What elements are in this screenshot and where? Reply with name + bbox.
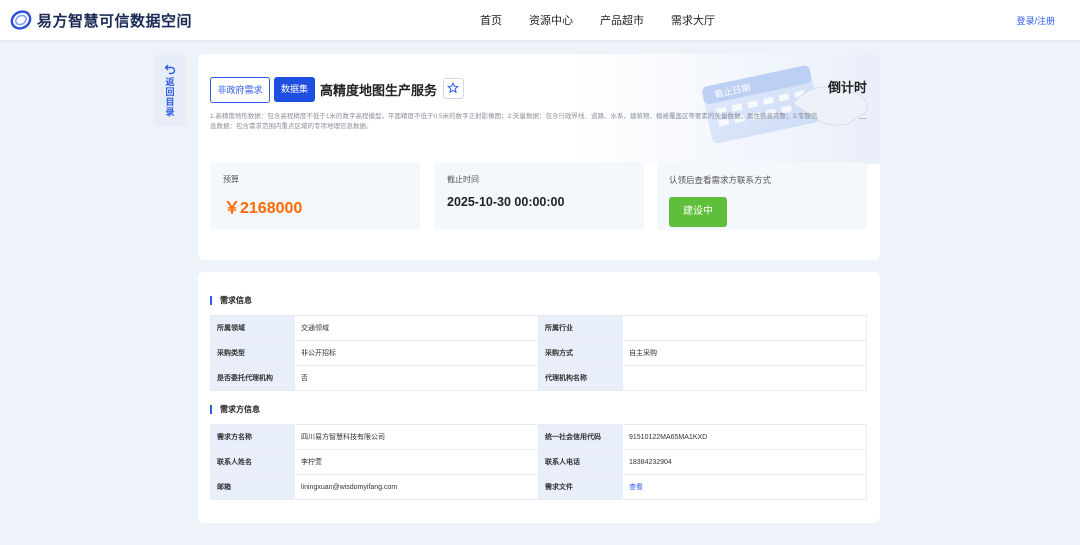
field-value: 李柠萱 [294, 449, 539, 475]
field-value: 交通领域 [294, 315, 539, 341]
party-info-table: 需求方名称 四川易方智慧科技有限公司 统一社会信用代码 91510122MA65… [210, 424, 867, 500]
deadline-value: 2025-10-30 00:00:00 [447, 195, 565, 209]
budget-box: 预算 ￥2168000 [210, 162, 420, 230]
nav-product-market[interactable]: 产品超市 [600, 12, 644, 28]
field-value: 四川易方智慧科技有限公司 [294, 424, 539, 450]
nav-home[interactable]: 首页 [480, 12, 502, 28]
star-icon [447, 82, 459, 94]
logo-text: 易方智慧可信数据空间 [37, 12, 193, 30]
field-value: 非公开招标 [294, 340, 539, 366]
logo-ring-icon [10, 10, 32, 30]
field-label: 是否委托代理机构 [210, 365, 295, 391]
back-to-catalog-button[interactable]: 返回目录 [155, 55, 185, 124]
status-button[interactable]: 建设中 [669, 197, 727, 227]
table-row: 采购类型 非公开招标 采购方式 自主采购 [210, 340, 867, 366]
site-logo[interactable]: 易方智慧可信数据空间 [10, 9, 192, 31]
file-cell: 查看 [622, 474, 867, 500]
login-link[interactable]: 登录/注册 [1016, 14, 1055, 27]
field-value: liningxuan@wisdomyifang.com [294, 474, 539, 500]
field-label: 所属行业 [538, 315, 623, 341]
demand-description: 1.高精度地形数据：包含高程精度不低于1米的数字高程模型，平面精度不低于0.5米… [210, 113, 818, 130]
return-arrow-icon [164, 64, 176, 75]
main-nav: 首页 资源中心 产品超市 需求大厅 [480, 0, 742, 40]
budget-value: ￥2168000 [224, 200, 303, 217]
demand-detail-card: 需求信息 所属领域 交通领域 所属行业 采购类型 非公开招标 采购方式 自主采购… [198, 272, 880, 523]
demand-summary-card: 截止日期 非政府需求 数据集 高精度地图生产服务 倒计时 ... 1.高精度地形… [198, 54, 880, 260]
party-info-heading: 需求方信息 [210, 405, 260, 414]
demand-info-table: 所属领域 交通领域 所属行业 采购类型 非公开招标 采购方式 自主采购 是否委托… [210, 315, 867, 391]
field-value: 18384232904 [622, 449, 867, 475]
field-label: 联系人姓名 [210, 449, 295, 475]
field-label: 邮箱 [210, 474, 295, 500]
table-row: 联系人姓名 李柠萱 联系人电话 18384232904 [210, 449, 867, 475]
favorite-button[interactable] [443, 78, 464, 99]
deadline-box: 截止时间 2025-10-30 00:00:00 [434, 162, 644, 230]
field-value [622, 315, 867, 341]
more-indicator: ... [859, 111, 867, 121]
contact-box: 认领后查看需求方联系方式 建设中 [657, 162, 867, 230]
countdown-label: 倒计时 [828, 80, 868, 95]
dataset-tag[interactable]: 数据集 [274, 77, 315, 102]
field-label: 采购类型 [210, 340, 295, 366]
nav-demand-hall[interactable]: 需求大厅 [671, 12, 715, 28]
field-label: 采购方式 [538, 340, 623, 366]
field-value: 否 [294, 365, 539, 391]
field-label: 统一社会信用代码 [538, 424, 623, 450]
field-value [622, 365, 867, 391]
field-label: 需求方名称 [210, 424, 295, 450]
budget-label: 预算 [223, 175, 239, 184]
non-government-tag[interactable]: 非政府需求 [210, 77, 270, 103]
table-row: 邮箱 liningxuan@wisdomyifang.com 需求文件 查看 [210, 474, 867, 500]
field-label: 所属领域 [210, 315, 295, 341]
contact-hint: 认领后查看需求方联系方式 [669, 175, 772, 185]
back-label: 返回目录 [165, 77, 175, 117]
field-label: 代理机构名称 [538, 365, 623, 391]
table-row: 需求方名称 四川易方智慧科技有限公司 统一社会信用代码 91510122MA65… [210, 424, 867, 450]
demand-title: 高精度地图生产服务 [320, 83, 438, 98]
top-header: 易方智慧可信数据空间 首页 资源中心 产品超市 需求大厅 登录/注册 [0, 0, 1080, 40]
view-file-link[interactable]: 查看 [629, 484, 643, 491]
field-value: 自主采购 [622, 340, 867, 366]
nav-resource-center[interactable]: 资源中心 [529, 12, 573, 28]
table-row: 所属领域 交通领域 所属行业 [210, 315, 867, 341]
field-label: 联系人电话 [538, 449, 623, 475]
demand-info-heading: 需求信息 [210, 296, 252, 305]
deadline-label: 截止时间 [447, 175, 479, 184]
table-row: 是否委托代理机构 否 代理机构名称 [210, 365, 867, 391]
field-label: 需求文件 [538, 474, 623, 500]
field-value: 91510122MA65MA1KXD [622, 424, 867, 450]
